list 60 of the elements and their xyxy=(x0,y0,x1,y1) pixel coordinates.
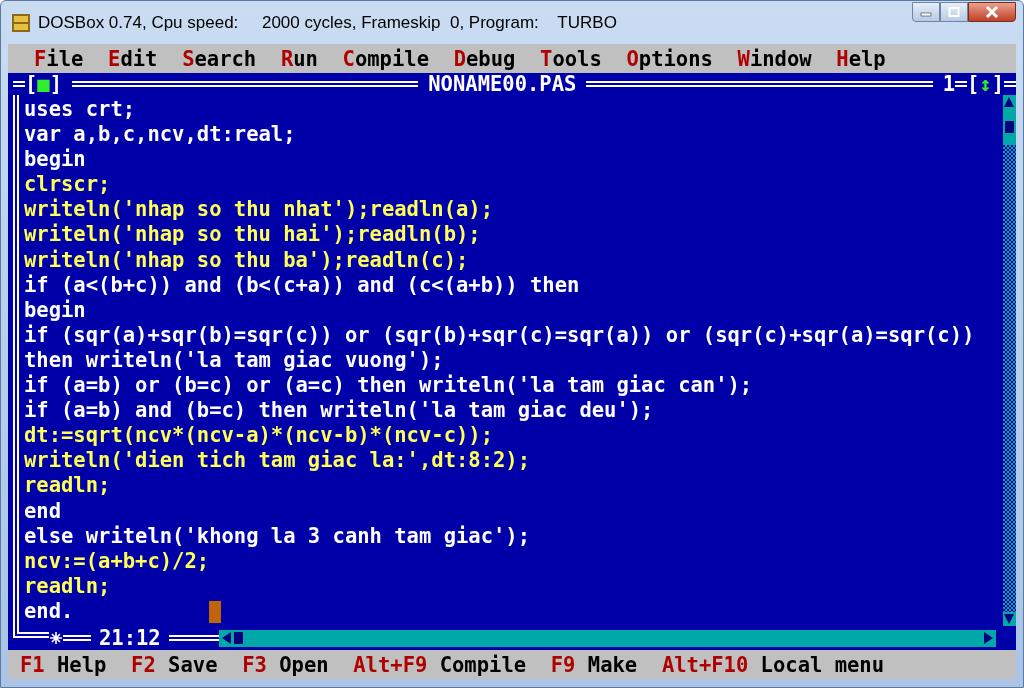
menu-item[interactable]: Edit xyxy=(108,46,158,71)
menu-item[interactable]: Window xyxy=(737,46,812,71)
code-line: then writeln('la tam giac vuong'); xyxy=(24,347,445,374)
frame-line xyxy=(1004,81,1016,87)
status-command[interactable]: F1 Help xyxy=(20,652,107,677)
menu-item[interactable]: Run xyxy=(280,46,318,71)
minimize-button[interactable] xyxy=(912,2,940,22)
close-button[interactable] xyxy=(968,2,1016,22)
code-line: readln; xyxy=(24,473,112,499)
code-line: else writeln('khong la 3 canh tam giac'); xyxy=(24,523,532,549)
menu-item[interactable]: Compile xyxy=(342,46,429,71)
code-line: writeln('nhap so thu ba');readln(c); xyxy=(24,247,470,273)
zoom-box[interactable]: [↕] xyxy=(967,72,1004,96)
window-title: DOSBox 0.74, Cpu speed: 2000 cycles, Frameskip 0, Program: TURBO xyxy=(38,12,617,33)
sparkle-icon xyxy=(49,631,63,645)
scroll-thumb[interactable] xyxy=(1005,121,1014,133)
frame-line xyxy=(63,635,91,641)
down-arrow-icon[interactable] xyxy=(1003,612,1015,626)
close-box[interactable]: [■] xyxy=(25,72,63,96)
code-line: if (a=b) or (b=c) or (a=c) then writeln('la tam giac can'); xyxy=(24,373,754,399)
code-line: ncv:=(a+b+c)/2; xyxy=(24,548,211,574)
code-line: writeln('dien tich tam giac la:',dt:8:2); xyxy=(24,448,532,474)
maximize-icon xyxy=(948,7,960,17)
code-line: writeln('nhap so thu hai');readln(b); xyxy=(24,222,482,248)
status-command[interactable]: Alt+F9 Compile xyxy=(353,652,527,677)
cursor-position: 21:12 xyxy=(99,626,161,650)
code-line: dt:=sqrt(ncv*(ncv-a)*(ncv-b)*(ncv-c)); xyxy=(24,423,494,449)
code-line: var a,b,c,ncv,dt:real; xyxy=(24,122,297,148)
app-icon xyxy=(12,13,30,32)
mouse-cursor xyxy=(209,600,222,623)
status-command[interactable]: F2 Save xyxy=(131,652,218,677)
status-command[interactable]: F3 Open xyxy=(242,652,329,677)
code-line: if (a=b) and (b=c) then writeln('la tam giac deu'); xyxy=(24,398,655,424)
status-command[interactable]: F9 Make xyxy=(550,652,638,677)
code-line: writeln('nhap so thu nhat');readln(a); xyxy=(24,197,494,223)
menu-item[interactable]: Debug xyxy=(453,46,516,71)
code-line: readln; xyxy=(24,573,112,599)
close-icon xyxy=(985,6,999,18)
code-line: clrscr; xyxy=(24,172,112,198)
code-line: end. xyxy=(24,598,1003,624)
status-command[interactable]: Alt+F10 Local menu xyxy=(661,652,885,677)
scroll-thumb[interactable] xyxy=(233,632,243,644)
code-line: begin xyxy=(24,147,87,173)
frame-line xyxy=(955,81,967,87)
code-line: begin xyxy=(24,297,87,323)
menu-item[interactable]: Help xyxy=(836,46,886,71)
code-line: if (a<(b+c)) and (b<(c+a)) and (c<(a+b)) then xyxy=(24,272,581,298)
window-number: 1 xyxy=(942,72,955,96)
menu-item[interactable]: Options xyxy=(626,46,713,71)
code-line: uses crt; xyxy=(24,97,137,123)
file-title: NONAME00.PAS xyxy=(428,72,577,96)
menu-item[interactable]: Search xyxy=(182,46,257,71)
code-line: if (sqr(a)+sqr(b)=sqr(c)) or (sqr(b)+sqr(c)=sqr(a)) or (sqr(c)+sqr(a)=sqr(c)) xyxy=(24,322,976,348)
code-line: end xyxy=(24,498,63,524)
up-arrow-icon[interactable] xyxy=(1003,95,1015,109)
menu-item[interactable]: Tools xyxy=(540,46,602,71)
maximize-button[interactable] xyxy=(940,2,968,22)
menu-item[interactable]: File xyxy=(34,46,84,71)
right-arrow-icon[interactable] xyxy=(983,631,995,645)
frame-line xyxy=(13,81,25,87)
